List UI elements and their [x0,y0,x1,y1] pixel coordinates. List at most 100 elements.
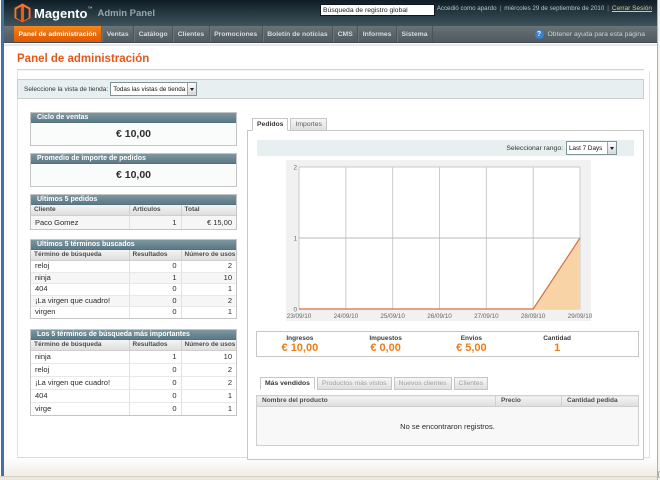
page-title: Panel de administración [17,53,149,65]
nav-item-8[interactable]: Sistema [397,26,433,42]
logout-link[interactable]: Cerrar Sesión [612,5,652,12]
svg-text:25/09/10: 25/09/10 [380,313,405,320]
logo-subtitle: Admin Panel [97,8,155,19]
svg-text:1: 1 [293,236,297,243]
table-cell: ninja [31,272,129,284]
last-orders-title: Ultimos 5 pedidos [31,195,236,205]
total-value: 1 [554,342,560,354]
grid-tab-2[interactable]: Nuevos clientes [394,377,452,390]
nav-item-1[interactable]: Ventas [102,26,134,42]
grid-tab-1[interactable]: Productos más vistos [317,377,392,390]
store-view-select[interactable]: Todas las vistas de tienda [110,82,197,96]
total-label: Impuestos [369,335,402,342]
total-label: Envios [461,335,482,342]
nav-item-2[interactable]: Catálogo [134,26,173,42]
table-cell: 0 [129,284,181,296]
header-date: miércoles 29 de septiembre de 2010 [504,5,604,12]
grid-tab-3[interactable]: Clientes [454,377,489,390]
table-cell: 0 [129,307,181,318]
range-label: Seleccionar rango: [506,145,563,152]
window-frame-bottom [0,476,658,480]
products-table-wrap: Nombre del producto Precio Cantidad pedi… [256,395,639,446]
nav-item-5[interactable]: Boletín de noticias [263,26,333,42]
nav-item-6[interactable]: CMS [333,26,358,42]
svg-text:26/09/10: 26/09/10 [427,313,452,320]
search-term-row[interactable]: ninja110 [31,272,236,284]
table-cell: 1 [181,402,236,415]
last-orders-table: Cliente Articulos Total Paco Gomez 1 € 1… [31,205,236,229]
products-table: Nombre del producto Precio Cantidad pedi… [256,395,639,446]
table-cell: 10 [181,272,236,284]
average-orders-title: Promedio de importe de pedidos [31,154,236,164]
table-cell: reloj [31,363,129,376]
last-search-terms-table: Término de búsqueda Resultados Número de… [31,250,236,318]
header-user-info: Accedió como apardo | miércoles 29 de se… [437,0,652,17]
svg-text:23/09/10: 23/09/10 [287,313,312,320]
table-cell: 1 [181,284,236,296]
dashboard-left-column: Ciclo de ventas € 10,00 Promedio de impo… [30,112,237,416]
help-icon: ? [535,30,544,39]
lifetime-sales-title: Ciclo de ventas [31,113,236,123]
lifetime-sales-value: € 10,00 [31,123,236,145]
table-cell: 0 [129,389,181,402]
svg-text:27/09/10: 27/09/10 [474,313,499,320]
search-term-row[interactable]: virge01 [31,402,236,415]
grids-tabs: Más vendidosProductos más vistosNuevos c… [260,377,490,390]
total-label: Cantidad [543,335,571,342]
total-value: € 10,00 [282,342,319,354]
nav-item-3[interactable]: Clientes [173,26,209,42]
page-help-link[interactable]: ? Obtener ayuda para esta página [535,26,658,42]
svg-text:29/09/10: 29/09/10 [568,313,593,320]
top-search-terms-table: Término de búsqueda Resultados Número de… [31,340,236,415]
average-orders-box: Promedio de importe de pedidos € 10,00 [30,153,237,187]
logo-tm: ™ [87,6,92,12]
last-search-terms-title: Ultimos 5 términos buscados [31,240,236,250]
table-cell: 2 [181,363,236,376]
bottom-fade [4,458,657,476]
top-header-bar: Magento™ Admin Panel Accedió como apardo… [4,0,657,26]
nav-item-0[interactable]: Panel de administración [14,26,102,42]
table-cell: reloj [31,261,129,273]
top-search-terms-box: Los 5 términos de búsqueda más important… [30,329,237,416]
logged-in-as: Accedió como apardo [437,5,497,12]
select-arrow-icon [607,142,616,154]
table-cell: Paco Gomez [31,216,129,230]
search-term-row[interactable]: reloj02 [31,363,236,376]
svg-text:28/09/10: 28/09/10 [521,313,546,320]
nav-item-7[interactable]: Informes [358,26,397,42]
svg-text:2: 2 [293,165,297,172]
search-term-row[interactable]: ¡La virgen que cuadro!02 [31,376,236,389]
total-envios: Envios€ 5,00 [429,332,515,356]
search-term-row[interactable]: 40401 [31,389,236,402]
totals-bar: Ingresos€ 10,00Impuestos€ 0,00Envios€ 5,… [256,331,639,357]
search-term-row[interactable]: reloj02 [31,261,236,273]
search-term-row[interactable]: ninja110 [31,350,236,363]
main-nav-bar: Panel de administraciónVentasCatálogoCli… [4,26,657,43]
global-search-input[interactable] [320,4,435,16]
grid-tab-0[interactable]: Más vendidos [260,377,315,390]
table-cell: 404 [31,284,129,296]
total-cantidad: Cantidad1 [514,332,638,356]
magento-admin-window: Magento™ Admin Panel Accedió como apardo… [4,0,657,476]
range-select[interactable]: Last 7 Days [566,141,617,155]
search-term-row[interactable]: 40401 [31,284,236,296]
last-orders-box: Ultimos 5 pedidos Cliente Articulos Tota… [30,194,237,230]
select-arrow-icon [187,83,196,95]
orders-chart: 01223/09/1024/09/1025/09/1026/09/1027/09… [286,160,591,321]
table-cell: 1 [181,307,236,318]
table-cell: € 15,00 [181,216,236,230]
total-ingresos: Ingresos€ 10,00 [257,332,343,356]
window-frame-right [657,0,658,480]
search-term-row[interactable]: ¡La virgen que cuadro!02 [31,295,236,307]
magento-logo: Magento™ Admin Panel [14,2,155,24]
tab-pedidos[interactable]: Pedidos [252,118,288,131]
store-view-label: Seleccione la vista de tienda: [24,86,108,93]
search-term-row[interactable]: virgen01 [31,307,236,318]
total-impuestos: Impuestos€ 0,00 [343,332,429,356]
nav-item-4[interactable]: Promociones [210,26,263,42]
table-row[interactable]: Paco Gomez 1 € 15,00 [31,216,236,230]
table-cell: virge [31,402,129,415]
table-cell: 0 [129,402,181,415]
magento-logo-icon [14,3,31,23]
table-cell: 1 [129,216,181,230]
